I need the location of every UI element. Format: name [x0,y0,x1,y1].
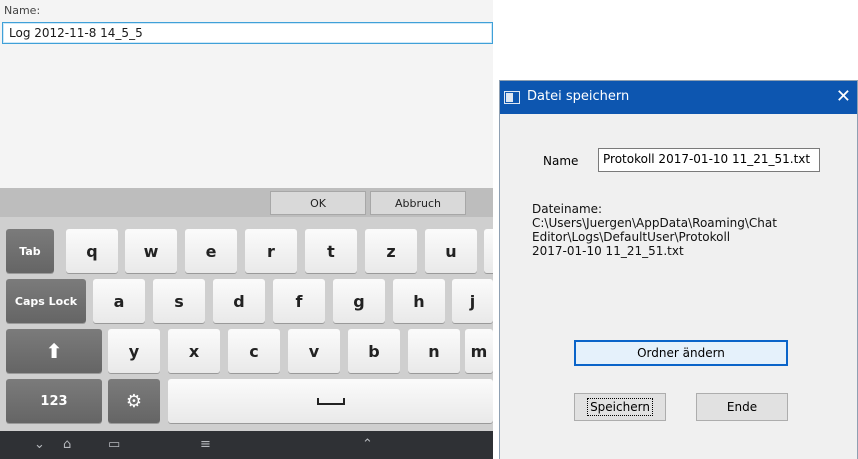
recent-apps-icon[interactable]: ▭ [108,437,120,452]
close-icon[interactable]: ✕ [836,86,851,107]
save-button[interactable]: Speichern [574,393,666,421]
save-file-dialog: Datei speichern ✕ Name Protokoll 2017-01… [499,80,858,459]
window-icon [504,91,520,104]
dateiname-label: Dateiname: [532,202,603,216]
key-f[interactable]: f [273,279,325,323]
dialog-titlebar: Datei speichern ✕ [500,81,857,114]
ok-button[interactable]: OK [270,191,366,215]
back-chevron-icon[interactable]: ⌄ [34,437,45,452]
abbruch-button[interactable]: Abbruch [370,191,466,215]
name-label: Name: [4,4,41,17]
menu-icon[interactable]: ≡ [200,437,211,452]
onscreen-keyboard: OK Abbruch Tab q w e r t z u Caps Lock a… [0,188,493,459]
path-line-2: Editor\Logs\DefaultUser\Protokoll [532,230,731,244]
name-label: Name [543,154,579,168]
gear-icon: ⚙ [125,390,143,412]
key-d[interactable]: d [213,279,265,323]
keyboard-keys: Tab q w e r t z u Caps Lock a s d f g h … [0,217,493,431]
android-panel: Name: Log 2012-11-8 14_5_5 OK Abbruch Ta… [0,0,493,459]
space-bar-icon [316,397,345,405]
key-v[interactable]: v [288,329,340,373]
change-folder-button[interactable]: Ordner ändern [574,340,788,366]
screenshot-stage: Name: Log 2012-11-8 14_5_5 OK Abbruch Ta… [0,0,858,459]
key-c[interactable]: c [228,329,280,373]
name-input[interactable]: Log 2012-11-8 14_5_5 [2,22,493,44]
dialog-body: Name Protokoll 2017-01-10 11_21_51.txt D… [500,114,857,459]
android-navigation-bar: ⌄ ⌂ ▭ ≡ ⌃ [0,431,493,459]
arrow-up-icon: ⬆ [45,339,63,363]
tab-key[interactable]: Tab [6,229,54,273]
path-line-3: 2017-01-10 11_21_51.txt [532,244,684,258]
space-key[interactable] [168,379,493,423]
save-button-label: Speichern [587,398,653,416]
chevron-up-icon[interactable]: ⌃ [362,437,373,452]
shift-key[interactable]: ⬆ [6,329,102,373]
key-a[interactable]: a [93,279,145,323]
caps-lock-key[interactable]: Caps Lock [6,279,86,323]
key-s[interactable]: s [153,279,205,323]
end-button[interactable]: Ende [696,393,788,421]
path-line-1: C:\Users\Juergen\AppData\Roaming\Chat [532,216,777,230]
home-icon[interactable]: ⌂ [63,437,71,452]
dialog-title: Datei speichern [527,89,630,104]
filepath-block: Dateiname: C:\Users\Juergen\AppData\Roam… [532,202,832,258]
key-q[interactable]: q [66,229,118,273]
key-h[interactable]: h [393,279,445,323]
key-b[interactable]: b [348,329,400,373]
key-y[interactable]: y [108,329,160,373]
filename-input[interactable]: Protokoll 2017-01-10 11_21_51.txt [598,148,820,172]
key-z[interactable]: z [365,229,417,273]
key-u[interactable]: u [425,229,477,273]
key-j[interactable]: j [452,279,493,323]
key-t[interactable]: t [305,229,357,273]
key-r[interactable]: r [245,229,297,273]
key-n[interactable]: n [408,329,460,373]
numbers-key[interactable]: 123 [6,379,102,423]
key-e[interactable]: e [185,229,237,273]
key-partial[interactable] [484,229,493,273]
key-g[interactable]: g [333,279,385,323]
settings-key[interactable]: ⚙ [108,379,160,423]
key-m[interactable]: m [465,329,493,373]
key-x[interactable]: x [168,329,220,373]
key-w[interactable]: w [125,229,177,273]
keyboard-action-bar: OK Abbruch [0,188,493,217]
